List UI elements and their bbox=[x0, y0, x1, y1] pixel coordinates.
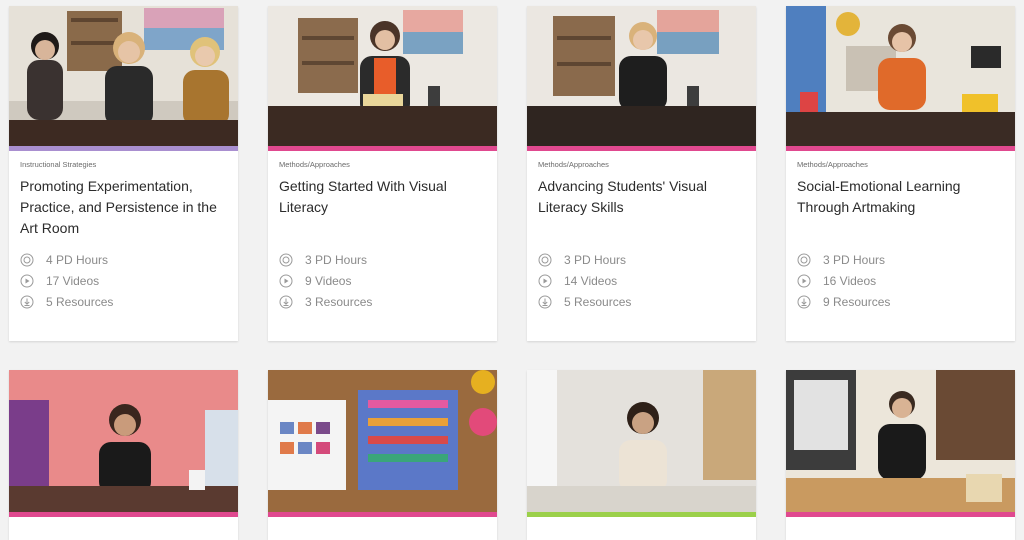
course-thumbnail[interactable] bbox=[9, 6, 238, 146]
course-title[interactable]: Advancing Students' Visual Literacy Skil… bbox=[538, 176, 744, 239]
videos-row: 14 Videos bbox=[538, 270, 756, 291]
pd-hours-text: 3 PD Hours bbox=[823, 252, 886, 267]
course-card[interactable] bbox=[786, 370, 1015, 540]
videos-text: 14 Videos bbox=[564, 273, 618, 288]
course-card[interactable] bbox=[268, 370, 497, 540]
category-label: Methods/Approaches bbox=[279, 160, 350, 169]
thumbnail-image bbox=[527, 370, 756, 512]
course-card[interactable] bbox=[9, 370, 238, 540]
download-icon bbox=[20, 295, 34, 308]
pd-hours-row: 3 PD Hours bbox=[538, 249, 756, 270]
category-color-bar bbox=[786, 512, 1015, 517]
category-label: Methods/Approaches bbox=[538, 160, 609, 169]
thumbnail-image bbox=[268, 370, 497, 512]
category-color-bar bbox=[9, 146, 238, 151]
videos-row: 16 Videos bbox=[797, 270, 1015, 291]
course-thumbnail[interactable] bbox=[268, 370, 497, 512]
pd-hours-icon bbox=[279, 253, 293, 266]
thumbnail-image bbox=[527, 6, 756, 146]
course-card[interactable]: Instructional Strategies Promoting Exper… bbox=[9, 6, 238, 341]
download-icon bbox=[797, 295, 811, 308]
thumbnail-image bbox=[268, 6, 497, 146]
course-thumbnail[interactable] bbox=[527, 6, 756, 146]
category-color-bar bbox=[527, 512, 756, 517]
play-icon bbox=[279, 274, 293, 287]
resources-row: 3 Resources bbox=[279, 291, 497, 312]
category-color-bar bbox=[527, 146, 756, 151]
course-thumbnail[interactable] bbox=[786, 6, 1015, 146]
pd-hours-text: 4 PD Hours bbox=[46, 252, 109, 267]
category-color-bar bbox=[786, 146, 1015, 151]
resources-text: 3 Resources bbox=[305, 294, 373, 309]
pd-hours-icon bbox=[538, 253, 552, 266]
category-color-bar bbox=[268, 512, 497, 517]
download-icon bbox=[538, 295, 552, 308]
videos-text: 16 Videos bbox=[823, 273, 877, 288]
course-card[interactable]: Methods/Approaches Social-Emotional Lear… bbox=[786, 6, 1015, 341]
resources-text: 5 Resources bbox=[46, 294, 114, 309]
pd-hours-icon bbox=[797, 253, 811, 266]
thumbnail-image bbox=[9, 6, 238, 146]
pd-hours-text: 3 PD Hours bbox=[305, 252, 368, 267]
play-icon bbox=[538, 274, 552, 287]
course-card[interactable]: Methods/Approaches Advancing Students' V… bbox=[527, 6, 756, 341]
course-thumbnail[interactable] bbox=[268, 6, 497, 146]
videos-row: 17 Videos bbox=[20, 270, 238, 291]
course-title[interactable]: Promoting Experimentation, Practice, and… bbox=[20, 176, 226, 239]
videos-row: 9 Videos bbox=[279, 270, 497, 291]
course-meta: 4 PD Hours 17 Videos 5 Resources bbox=[20, 249, 238, 312]
course-title[interactable]: Social-Emotional Learning Through Artmak… bbox=[797, 176, 1003, 239]
thumbnail-image bbox=[786, 6, 1015, 146]
course-meta: 3 PD Hours 14 Videos 5 Resources bbox=[538, 249, 756, 312]
resources-row: 9 Resources bbox=[797, 291, 1015, 312]
category-color-bar bbox=[268, 146, 497, 151]
category-label: Methods/Approaches bbox=[797, 160, 868, 169]
videos-text: 17 Videos bbox=[46, 273, 100, 288]
course-meta: 3 PD Hours 16 Videos 9 Resources bbox=[797, 249, 1015, 312]
resources-text: 9 Resources bbox=[823, 294, 891, 309]
category-color-bar bbox=[9, 512, 238, 517]
thumbnail-image bbox=[9, 370, 238, 512]
pd-hours-text: 3 PD Hours bbox=[564, 252, 627, 267]
pd-hours-row: 3 PD Hours bbox=[279, 249, 497, 270]
course-card[interactable]: Methods/Approaches Getting Started With … bbox=[268, 6, 497, 341]
course-thumbnail[interactable] bbox=[9, 370, 238, 512]
resources-text: 5 Resources bbox=[564, 294, 632, 309]
download-icon bbox=[279, 295, 293, 308]
videos-text: 9 Videos bbox=[305, 273, 352, 288]
play-icon bbox=[20, 274, 34, 287]
resources-row: 5 Resources bbox=[538, 291, 756, 312]
resources-row: 5 Resources bbox=[20, 291, 238, 312]
play-icon bbox=[797, 274, 811, 287]
course-title[interactable]: Getting Started With Visual Literacy bbox=[279, 176, 485, 239]
thumbnail-image bbox=[786, 370, 1015, 512]
category-label: Instructional Strategies bbox=[20, 160, 97, 169]
course-thumbnail[interactable] bbox=[786, 370, 1015, 512]
course-thumbnail[interactable] bbox=[527, 370, 756, 512]
course-card[interactable] bbox=[527, 370, 756, 540]
course-meta: 3 PD Hours 9 Videos 3 Resources bbox=[279, 249, 497, 312]
pd-hours-row: 3 PD Hours bbox=[797, 249, 1015, 270]
pd-hours-row: 4 PD Hours bbox=[20, 249, 238, 270]
pd-hours-icon bbox=[20, 253, 34, 266]
